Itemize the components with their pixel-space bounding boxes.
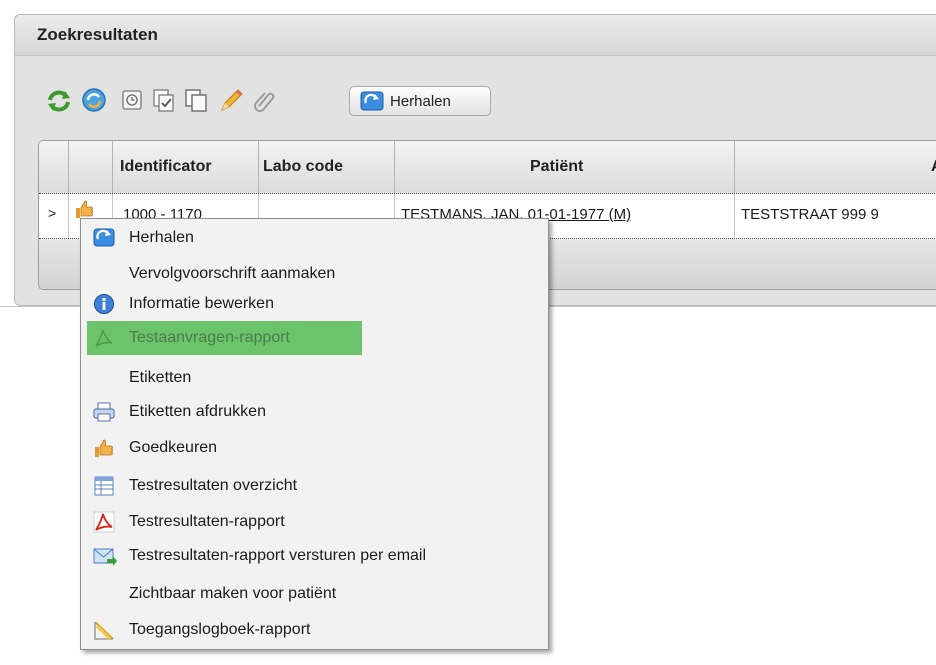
menu-item-testresultaten-overzicht[interactable]: Testresultaten overzicht	[87, 469, 543, 503]
menu-item-etiketten-afdrukken[interactable]: Etiketten afdrukken	[87, 395, 543, 429]
menu-item-informatie-bewerken[interactable]: Informatie bewerken	[87, 287, 543, 321]
top-strip	[0, 0, 936, 10]
column-header-labo-code[interactable]: Labo code	[259, 141, 395, 193]
table-icon	[93, 475, 115, 497]
context-menu: Herhalen Vervolgvoorschrift aanmaken Inf…	[80, 218, 549, 650]
repeat-icon	[93, 227, 115, 249]
menu-item-herhalen[interactable]: Herhalen	[87, 221, 543, 255]
pdf-icon	[93, 327, 115, 349]
header-expander-cell	[39, 141, 69, 193]
row-address: TESTSTRAAT 999 9	[741, 206, 879, 223]
menu-item-rapport-versturen-email[interactable]: Testresultaten-rapport versturen per ema…	[87, 539, 543, 573]
pdf-icon	[93, 511, 115, 533]
panel-header: Zoekresultaten	[15, 15, 936, 56]
sync-icon[interactable]	[80, 86, 108, 114]
menu-item-testaanvragen-rapport[interactable]: Testaanvragen-rapport	[87, 321, 362, 355]
header-icon-cell	[69, 141, 113, 193]
herhalen-button-label: Herhalen	[390, 93, 451, 110]
column-header-address[interactable]: Ac	[735, 141, 936, 193]
paperclip-icon[interactable]	[252, 88, 278, 114]
grid-header: Identificator Labo code Patiënt Ac	[39, 141, 936, 194]
menu-item-zichtbaar-maken[interactable]: Zichtbaar maken voor patiënt	[87, 577, 543, 611]
repeat-icon	[360, 91, 384, 115]
email-send-icon	[93, 545, 117, 567]
column-header-identificator[interactable]: Identificator	[113, 141, 259, 193]
thumbs-up-icon	[93, 437, 115, 459]
log-report-icon	[93, 619, 115, 641]
column-header-patient[interactable]: Patiënt	[395, 141, 735, 193]
panel-title: Zoekresultaten	[37, 25, 158, 44]
menu-item-vervolgvoorschrift[interactable]: Vervolgvoorschrift aanmaken	[87, 257, 543, 291]
menu-item-goedkeuren[interactable]: Goedkeuren	[87, 431, 543, 465]
clock-icon[interactable]	[120, 88, 146, 114]
checked-copy-icon[interactable]	[152, 88, 178, 114]
menu-item-testresultaten-rapport[interactable]: Testresultaten-rapport	[87, 505, 543, 539]
printer-icon	[93, 401, 115, 423]
pencil-icon[interactable]	[218, 86, 246, 114]
row-expander[interactable]: >	[39, 194, 69, 238]
menu-item-toegangslogboek-rapport[interactable]: Toegangslogboek-rapport	[87, 613, 543, 647]
copy-icon[interactable]	[184, 88, 210, 114]
info-icon	[93, 293, 115, 315]
refresh-icon[interactable]	[46, 88, 72, 114]
menu-item-etiketten[interactable]: Etiketten	[87, 361, 543, 395]
herhalen-button[interactable]: Herhalen	[349, 86, 491, 116]
